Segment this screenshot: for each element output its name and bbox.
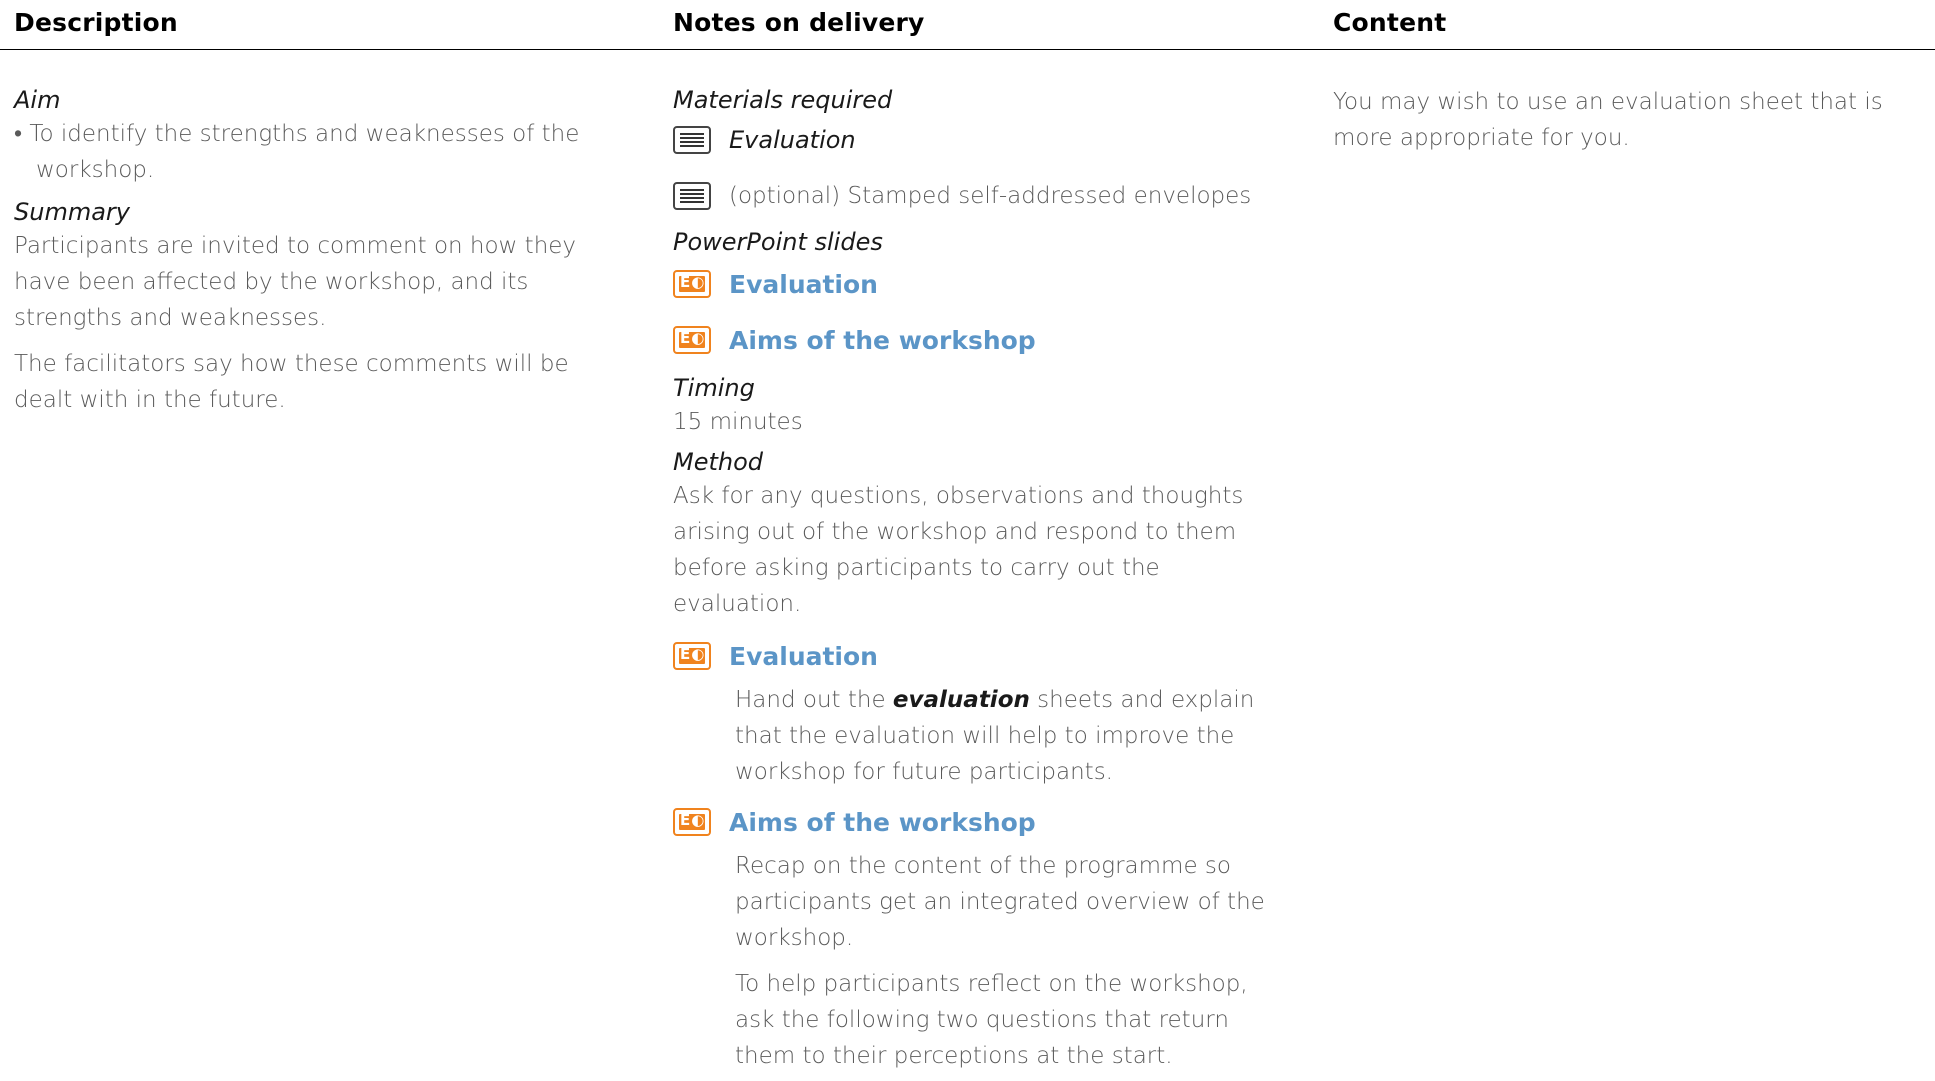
aim-bullet: • To identify the strengths and weakness…	[14, 121, 580, 183]
material-label: Evaluation	[729, 126, 856, 154]
slide-icon	[673, 326, 711, 354]
slide-link[interactable]: Evaluation	[673, 636, 1293, 676]
content-column: You may wish to use an evaluation sheet …	[1333, 84, 1923, 156]
slide-link-label[interactable]: Evaluation	[729, 642, 878, 671]
method-slide1-text-before: Hand out the	[735, 687, 893, 713]
timing-heading: Timing	[673, 374, 755, 402]
slide-link[interactable]: Aims of the workshop	[673, 802, 1293, 842]
slides-heading: PowerPoint slides	[673, 228, 883, 256]
method-slide1-text: Hand out the evaluation sheets and expla…	[673, 682, 1293, 790]
aim-heading: Aim	[14, 86, 61, 114]
timing-value: 15 minutes	[673, 409, 803, 435]
handout-icon	[673, 126, 711, 154]
slide-icon	[673, 270, 711, 298]
material-item[interactable]: Evaluation	[673, 120, 1293, 160]
summary-paragraph-1: Participants are invited to comment on h…	[14, 233, 577, 331]
description-column: Aim • To identify the strengths and weak…	[14, 84, 604, 418]
material-item[interactable]: (optional) Stamped self-addressed envelo…	[673, 176, 1293, 216]
page: Description Notes on delivery Content Ai…	[0, 0, 1935, 1081]
method-slide2-paragraph-2: To help participants reflect on the work…	[735, 971, 1248, 1069]
evaluation-emphasis: evaluation	[892, 687, 1030, 713]
method-slide2-paragraph-1: Recap on the content of the programme so…	[735, 853, 1265, 951]
slide-link-label[interactable]: Evaluation	[729, 270, 878, 299]
notes-column: Materials required Evaluation (optional)…	[673, 84, 1293, 1074]
slide-link[interactable]: Evaluation	[673, 264, 1293, 304]
slide-link[interactable]: Aims of the workshop	[673, 320, 1293, 360]
summary-heading: Summary	[14, 198, 130, 226]
slide-icon	[673, 642, 711, 670]
slide-link-label[interactable]: Aims of the workshop	[729, 808, 1036, 837]
summary-paragraph-2: The facilitators say how these comments …	[14, 351, 569, 413]
slide-icon	[673, 808, 711, 836]
slide-link-label[interactable]: Aims of the workshop	[729, 326, 1036, 355]
method-heading: Method	[673, 448, 764, 476]
method-paragraph: Ask for any questions, observations and …	[673, 483, 1244, 617]
material-label: (optional) Stamped self-addressed envelo…	[729, 183, 1252, 209]
header-notes-on-delivery: Notes on delivery	[673, 8, 925, 37]
handout-icon	[673, 182, 711, 210]
header-description: Description	[14, 8, 178, 37]
header-rule	[0, 49, 1935, 50]
materials-heading: Materials required	[673, 86, 893, 114]
header-content: Content	[1333, 8, 1447, 37]
content-paragraph: You may wish to use an evaluation sheet …	[1333, 89, 1883, 151]
